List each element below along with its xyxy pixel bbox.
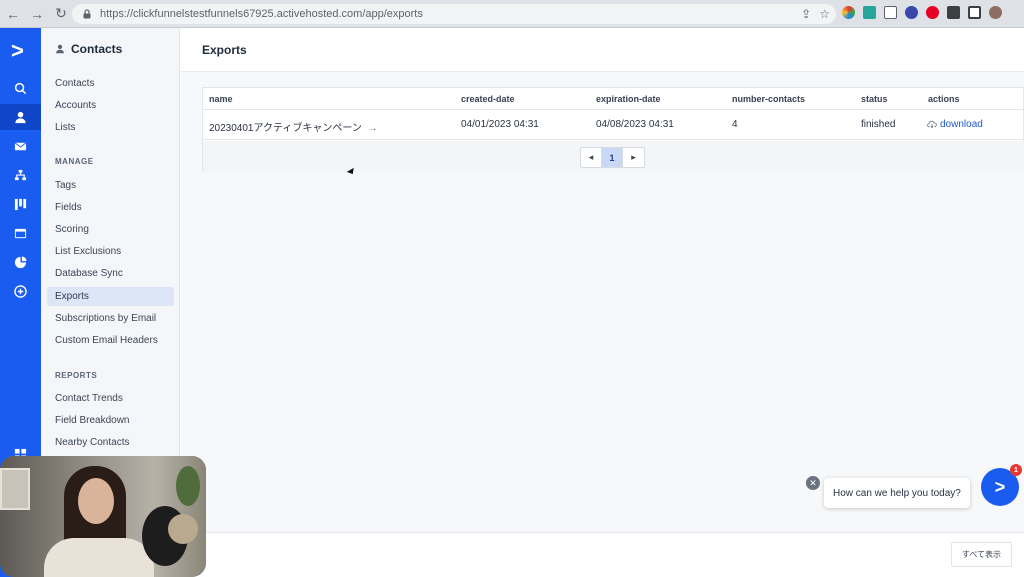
download-link[interactable]: download — [940, 119, 983, 130]
expiration-date-cell: 04/08/2023 04:31 — [596, 119, 674, 130]
table-header: name created-date expiration-date number… — [203, 88, 1024, 110]
show-all-button[interactable]: すべて表示 — [950, 542, 1012, 567]
address-bar[interactable]: https://clickfunnelstestfunnels67925.act… — [72, 4, 836, 24]
presenter-body — [44, 538, 154, 577]
status-cell: finished — [861, 119, 896, 130]
pagination: ◂ 1 ▸ — [580, 147, 645, 168]
sidebar-item-tags[interactable]: Tags — [47, 176, 174, 195]
back-icon[interactable]: ← — [2, 3, 24, 25]
download-action[interactable]: download — [927, 119, 983, 130]
reports-pie-icon[interactable] — [0, 249, 41, 275]
column-header-created-date[interactable]: created-date — [461, 94, 515, 104]
puzzle-icon[interactable] — [947, 6, 960, 19]
wall-art — [0, 468, 30, 510]
sidebar-item-nearby-contacts[interactable]: Nearby Contacts — [47, 433, 174, 452]
contacts-person-icon[interactable] — [0, 104, 41, 130]
column-header-name[interactable]: name — [209, 94, 233, 104]
next-page-button[interactable]: ▸ — [623, 148, 644, 167]
sidepanel-icon[interactable] — [968, 6, 981, 19]
extension-icon[interactable] — [884, 6, 897, 19]
table-row: 20230401アクティブキャンペーン → 04/01/2023 04:31 0… — [203, 110, 1024, 140]
sidebar-item-exports[interactable]: Exports — [47, 287, 174, 306]
created-date-cell: 04/01/2023 04:31 — [461, 119, 539, 130]
page-title: Exports — [202, 43, 247, 57]
sidebar-item-custom-email-headers[interactable]: Custom Email Headers — [47, 331, 174, 350]
chat-notification-badge: 1 — [1010, 464, 1022, 476]
subnav-header: Contacts — [55, 42, 122, 56]
page-1-button[interactable]: 1 — [602, 148, 623, 167]
sidebar-item-lists[interactable]: Lists — [47, 118, 174, 137]
page-footer: すべて表示 — [181, 532, 1024, 577]
pipeline-board-icon[interactable] — [0, 191, 41, 217]
sidebar-item-accounts[interactable]: Accounts — [47, 96, 174, 115]
pagination-area: ◂ 1 ▸ — [203, 141, 1024, 173]
column-header-actions: actions — [928, 94, 960, 104]
extension-icon[interactable] — [842, 6, 855, 19]
reload-icon[interactable]: ↻ — [50, 3, 72, 25]
microphone-pop-filter — [168, 514, 198, 544]
column-header-number-contacts[interactable]: number-contacts — [732, 94, 805, 104]
pinterest-icon[interactable] — [926, 6, 939, 19]
number-contacts-cell: 4 — [732, 119, 738, 130]
sidebar-item-field-breakdown[interactable]: Field Breakdown — [47, 411, 174, 430]
plant — [176, 466, 200, 506]
sidebar-item-scoring[interactable]: Scoring — [47, 220, 174, 239]
add-circle-icon[interactable] — [0, 278, 41, 304]
subnav-title: Contacts — [71, 42, 123, 56]
chat-close-icon[interactable]: ✕ — [806, 476, 820, 490]
page-header: Exports — [181, 28, 1024, 72]
chat-prompt-bubble[interactable]: How can we help you today? — [824, 478, 970, 508]
exports-table: name created-date expiration-date number… — [202, 87, 1024, 173]
export-name: 20230401アクティブキャンペーン — [209, 123, 362, 134]
website-window-icon[interactable] — [0, 220, 41, 246]
section-label-reports: REPORTS — [55, 371, 98, 380]
automation-tree-icon[interactable] — [0, 162, 41, 188]
presenter-face — [78, 478, 114, 524]
profile-avatar[interactable] — [989, 6, 1002, 19]
sidebar-item-database-sync[interactable]: Database Sync — [47, 264, 174, 283]
sidebar-item-contact-trends[interactable]: Contact Trends — [47, 389, 174, 408]
bookmark-star-icon[interactable]: ☆ — [819, 7, 830, 21]
share-icon[interactable]: ⇪ — [801, 7, 811, 21]
browser-toolbar: ← → ↻ https://clickfunnelstestfunnels679… — [0, 0, 1024, 28]
export-name-cell[interactable]: 20230401アクティブキャンペーン → — [209, 119, 378, 134]
search-icon[interactable] — [0, 75, 41, 101]
section-label-manage: MANAGE — [55, 157, 94, 166]
forward-icon[interactable]: → — [26, 3, 48, 25]
cloud-download-icon — [927, 120, 937, 129]
column-header-status[interactable]: status — [861, 94, 888, 104]
column-header-expiration-date[interactable]: expiration-date — [596, 94, 661, 104]
sidebar-item-contacts[interactable]: Contacts — [47, 74, 174, 93]
sidebar-item-subscriptions-by-email[interactable]: Subscriptions by Email — [47, 309, 174, 328]
webcam-overlay — [0, 456, 206, 577]
logo-chevron-icon[interactable]: > — [11, 38, 24, 64]
sidebar-item-list-exclusions[interactable]: List Exclusions — [47, 242, 174, 261]
sidebar-item-fields[interactable]: Fields — [47, 198, 174, 217]
person-icon — [56, 44, 64, 54]
lock-icon — [83, 9, 91, 19]
arrow-right-icon: → — [367, 123, 378, 134]
extension-icon[interactable] — [863, 6, 876, 19]
extension-icon[interactable] — [905, 6, 918, 19]
envelope-icon[interactable] — [0, 133, 41, 159]
prev-page-button[interactable]: ◂ — [581, 148, 602, 167]
url-text: https://clickfunnelstestfunnels67925.act… — [100, 8, 423, 20]
